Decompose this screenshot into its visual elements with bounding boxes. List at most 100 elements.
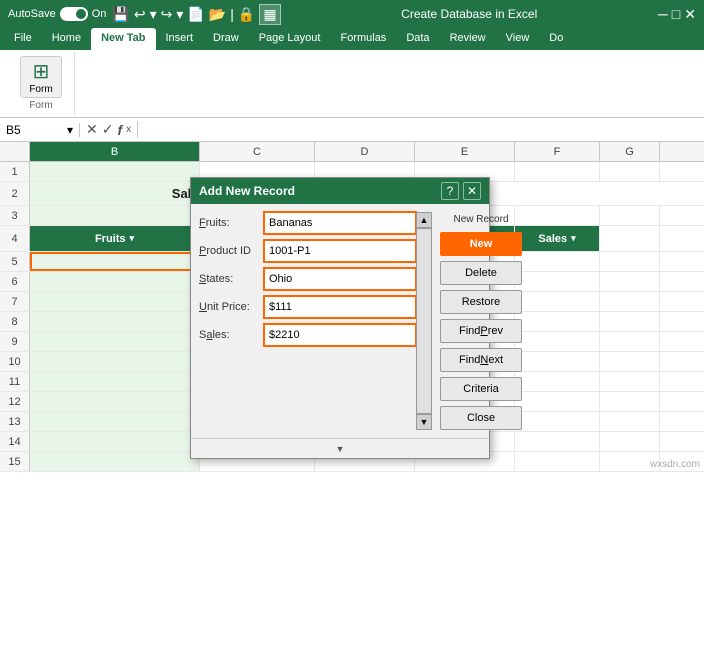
unit-price-input[interactable] [264,296,416,318]
cell[interactable] [600,206,660,225]
tab-data[interactable]: Data [396,28,439,50]
cell[interactable] [600,392,660,411]
cell-ref-dropdown[interactable]: ▾ [67,123,73,137]
window-controls[interactable]: ─ □ ✕ [658,6,696,23]
col-header-b[interactable]: B [30,142,200,161]
row-num: 3 [0,206,30,225]
cell[interactable] [30,292,200,311]
tab-formulas[interactable]: Formulas [330,28,396,50]
sales-dropdown-icon[interactable]: ▾ [571,233,576,244]
cell[interactable] [515,392,600,411]
cell-reference[interactable]: B5 ▾ [0,123,80,137]
cell[interactable] [30,162,200,181]
confirm-formula-icon[interactable]: ✓ [102,121,114,138]
tab-home[interactable]: Home [42,28,91,50]
tab-page-layout[interactable]: Page Layout [249,28,331,50]
cell[interactable] [600,252,660,271]
open-icon[interactable]: 📂 [209,6,226,23]
maximize-icon[interactable]: □ [672,6,680,22]
header-fruits[interactable]: Fruits ▾ [30,226,200,251]
sales-input[interactable] [264,324,416,346]
fruits-dropdown-icon[interactable]: ▾ [130,233,135,244]
cell[interactable] [515,272,600,291]
cell[interactable] [515,412,600,431]
insert-function-icon[interactable]: f [117,122,122,138]
form-ribbon-button[interactable]: ⊞ Form [20,56,62,98]
find-next-button[interactable]: Find Next [440,348,522,372]
cell[interactable] [600,272,660,291]
minimize-icon[interactable]: ─ [658,6,668,22]
cell[interactable] [30,332,200,351]
footer-scroll-down-icon[interactable]: ▼ [336,444,345,454]
redo-dropdown-icon[interactable]: ▾ [176,6,183,23]
cell[interactable] [515,162,600,181]
scroll-down-arrow[interactable]: ▼ [416,414,432,430]
cell[interactable] [600,372,660,391]
cell[interactable] [515,252,600,271]
states-input[interactable] [264,268,416,290]
cell[interactable] [600,292,660,311]
scroll-thumb[interactable] [416,228,432,414]
cell[interactable] [30,352,200,371]
restore-button[interactable]: Restore [440,290,522,314]
cell[interactable] [515,432,600,451]
delete-button[interactable]: Delete [440,261,522,285]
cell[interactable] [30,272,200,291]
tab-file[interactable]: File [4,28,42,50]
dialog-close-button[interactable]: ✕ [463,182,481,200]
col-header-e[interactable]: E [415,142,515,161]
selected-cell[interactable] [30,252,200,271]
find-prev-button[interactable]: Find Prev [440,319,522,343]
cell[interactable] [515,332,600,351]
save-icon[interactable]: 💾 [112,6,129,23]
undo-dropdown-icon[interactable]: ▾ [150,6,157,23]
cell[interactable] [600,162,660,181]
tab-draw[interactable]: Draw [203,28,249,50]
cell[interactable] [515,292,600,311]
close-button[interactable]: Close [440,406,522,430]
cell[interactable] [30,412,200,431]
cell[interactable] [30,206,200,225]
header-sales[interactable]: Sales ▾ [515,226,600,251]
product-id-input[interactable] [264,240,416,262]
cell[interactable] [515,352,600,371]
dialog-help-button[interactable]: ? [441,182,459,200]
cell[interactable] [600,412,660,431]
cell[interactable] [600,432,660,451]
lock-icon[interactable]: 🔒 [238,6,255,23]
tab-insert[interactable]: Insert [156,28,204,50]
col-header-d[interactable]: D [315,142,415,161]
scroll-up-arrow[interactable]: ▲ [416,212,432,228]
tab-new-tab[interactable]: New Tab [91,28,155,50]
tab-review[interactable]: Review [440,28,496,50]
toggle-on-icon[interactable] [60,7,88,21]
cell[interactable] [30,432,200,451]
cell[interactable] [600,226,660,251]
autosave-toggle[interactable]: AutoSave On [8,7,106,21]
criteria-button[interactable]: Criteria [440,377,522,401]
cancel-formula-icon[interactable]: ✕ [86,121,98,138]
cell[interactable] [30,372,200,391]
cell[interactable] [600,352,660,371]
col-header-c[interactable]: C [200,142,315,161]
cell[interactable] [30,392,200,411]
cell[interactable] [600,312,660,331]
cell[interactable] [515,206,600,225]
cell[interactable] [515,372,600,391]
tab-view[interactable]: View [496,28,540,50]
col-header-f[interactable]: F [515,142,600,161]
cell[interactable] [30,452,200,471]
new-doc-icon[interactable]: 📄 [187,6,204,23]
cell[interactable] [515,452,600,471]
fruits-input[interactable] [264,212,416,234]
tab-do[interactable]: Do [539,28,573,50]
undo-icon[interactable]: ↩ [134,6,146,23]
col-header-g[interactable]: G [600,142,660,161]
redo-icon[interactable]: ↪ [161,6,173,23]
cell[interactable] [600,332,660,351]
cell[interactable] [515,312,600,331]
form-icon-active[interactable]: ▦ [259,4,280,25]
cell[interactable] [30,312,200,331]
new-button[interactable]: New [440,232,522,256]
close-window-icon[interactable]: ✕ [684,6,696,23]
